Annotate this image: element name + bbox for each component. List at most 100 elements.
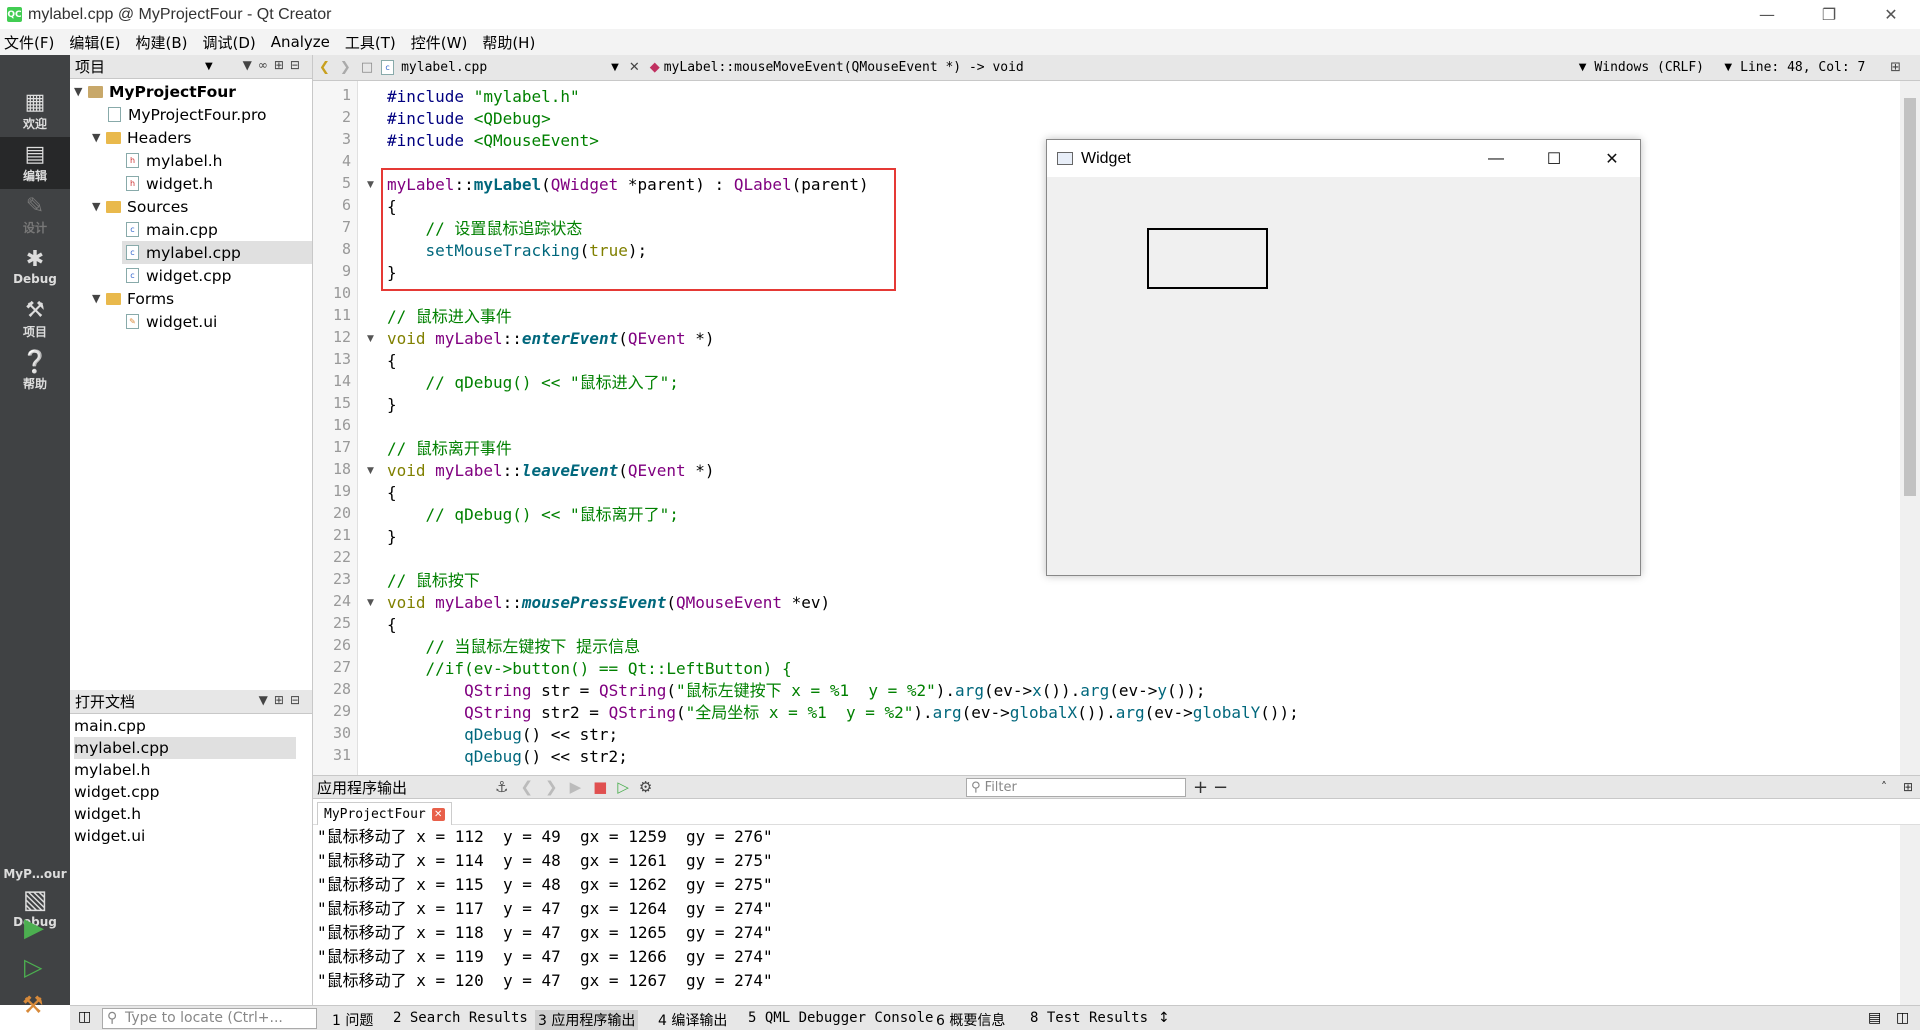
pencil-icon: ✎ [25, 193, 45, 219]
line-number: 19 [332, 482, 351, 500]
mode-welcome[interactable]: ▦ 欢迎 [0, 85, 70, 137]
tree-item-widget-h[interactable]: h widget.h [126, 172, 213, 195]
dropdown-icon[interactable]: ▼ [205, 61, 213, 72]
menu-build[interactable]: 构建(B) [136, 32, 188, 53]
zoom-out-icon[interactable]: − [1213, 777, 1228, 798]
pane-toolbar[interactable]: ▼∞⊞⊟ [243, 58, 306, 72]
forward-icon[interactable]: ❯ [340, 60, 351, 75]
fold-marker-icon[interactable]: ▼ [367, 334, 374, 344]
output-scrollbar[interactable] [1900, 825, 1920, 1005]
cpp-file-icon: c [126, 268, 139, 283]
run-icon[interactable]: ▶ [24, 913, 44, 943]
mylabel-area[interactable] [1147, 228, 1268, 289]
menu-widget[interactable]: 控件(W) [411, 32, 468, 53]
tree-folder-sources[interactable]: ▼ Sources [92, 195, 188, 218]
menu-analyze[interactable]: Analyze [271, 33, 330, 51]
tree-item-widget-ui[interactable]: ✎ widget.ui [126, 310, 217, 333]
mode-debug[interactable]: ✱ Debug [0, 241, 70, 293]
open-doc-item[interactable]: mylabel.cpp [74, 737, 296, 759]
open-doc-item[interactable]: widget.ui [74, 825, 296, 847]
attach-icon[interactable]: ⚓ [495, 778, 508, 796]
close-file-icon[interactable]: ✕ [629, 60, 640, 75]
split-icon[interactable]: ⊞ [1890, 60, 1901, 75]
close-icon[interactable]: ✕ [1583, 140, 1641, 177]
restore-icon[interactable]: ❐ [1806, 0, 1852, 29]
maximize-pane-icon[interactable]: ˄ [1881, 780, 1887, 794]
widget-title-bar[interactable]: Widget — ☐ ✕ [1047, 140, 1640, 177]
close-icon[interactable]: ✕ [1868, 0, 1914, 29]
tree-item-main-cpp[interactable]: c main.cpp [126, 218, 218, 241]
open-doc-item[interactable]: main.cpp [74, 715, 296, 737]
output-tab-myprojectfour[interactable]: MyProjectFour ✕ [317, 802, 452, 825]
tree-folder-headers[interactable]: ▼ Headers [92, 126, 192, 149]
open-doc-item[interactable]: mylabel.h [74, 759, 296, 781]
open-doc-item[interactable]: widget.h [74, 803, 296, 825]
mode-help[interactable]: ❔ 帮助 [0, 345, 70, 397]
sidebar-toggle-icon[interactable]: ◫ [78, 1009, 91, 1025]
cursor-position[interactable]: Line: 48, Col: 7 [1740, 60, 1890, 75]
menu-tools[interactable]: 工具(T) [345, 32, 396, 53]
pro-file-icon [108, 107, 121, 122]
cpp-file-icon: c [126, 245, 139, 260]
progress-toggle-icon[interactable]: ▤ [1868, 1010, 1881, 1026]
chevron-updown-icon[interactable]: ↕ [1158, 1010, 1170, 1026]
chevron-down-icon[interactable]: ▼ [611, 62, 619, 73]
menu-debug[interactable]: 调试(D) [203, 32, 256, 53]
debug-run-icon[interactable]: ▷ [617, 778, 629, 796]
minimize-icon[interactable]: — [1744, 0, 1790, 29]
tab-issues[interactable]: 1 问题 [332, 1010, 373, 1030]
close-pane-icon[interactable]: ⊞ [1903, 780, 1913, 794]
gear-icon[interactable]: ⚙ [639, 778, 652, 796]
mode-projects[interactable]: ⚒ 项目 [0, 293, 70, 345]
debug-run-icon[interactable]: ▷ [24, 953, 42, 981]
open-doc-item[interactable]: widget.cpp [74, 781, 296, 803]
minimize-icon[interactable]: — [1467, 140, 1525, 177]
tab-test-results[interactable]: 8 Test Results [1030, 1010, 1148, 1026]
code-line-18: void myLabel::leaveEvent(QEvent *) [387, 461, 715, 480]
tab-search-results[interactable]: 2 Search Results [393, 1010, 528, 1026]
editor-file-name[interactable]: mylabel.cpp [401, 60, 611, 75]
fold-marker-icon[interactable]: ▼ [367, 466, 374, 476]
tab-qml-debugger-console[interactable]: 5 QML Debugger Console [748, 1010, 933, 1026]
back-icon[interactable]: ❮ [520, 778, 533, 796]
tree-item-pro[interactable]: MyProjectFour.pro [108, 103, 266, 126]
close-tab-icon[interactable]: ✕ [431, 807, 445, 821]
menu-help[interactable]: 帮助(H) [482, 32, 535, 53]
menu-edit[interactable]: 编辑(E) [69, 32, 120, 53]
tree-item-mylabel-cpp[interactable]: c mylabel.cpp [122, 241, 312, 264]
chevron-down-icon[interactable]: ▼ [1579, 62, 1587, 73]
mode-edit[interactable]: ▤ 编辑 [0, 137, 70, 189]
tab-compile-output[interactable]: 4 编译输出 [658, 1010, 727, 1030]
build-hammer-icon[interactable]: ⚒ [22, 991, 44, 1019]
maximize-icon[interactable]: ☐ [1525, 140, 1583, 177]
zoom-in-icon[interactable]: + [1193, 777, 1208, 798]
mode-design[interactable]: ✎ 设计 [0, 189, 70, 241]
back-icon[interactable]: ❮ [319, 60, 330, 75]
line-number: 1 [341, 86, 351, 104]
run-icon[interactable]: ▶ [570, 778, 582, 796]
stop-icon[interactable]: ■ [593, 778, 607, 796]
tree-folder-forms[interactable]: ▼ Forms [92, 287, 174, 310]
forward-icon[interactable]: ❯ [545, 778, 558, 796]
fold-marker-icon[interactable]: ▼ [367, 180, 374, 190]
scrollbar-thumb[interactable] [1904, 98, 1916, 496]
editor-scrollbar[interactable] [1900, 81, 1920, 775]
tab-application-output[interactable]: 3 应用程序输出 [535, 1010, 639, 1030]
output-pane-header: 应用程序输出 ⚓ ❮ ❯ ▶ ■ ▷ ⚙ ⚲ Filter + − ˄ ⊞ [313, 775, 1920, 799]
application-output[interactable]: "鼠标移动了 x = 112 y = 49 gx = 1259 gy = 276… [313, 825, 1920, 1005]
output-filter-input[interactable]: ⚲ Filter [966, 778, 1186, 797]
output-line: "鼠标移动了 x = 115 y = 48 gx = 1262 gy = 275… [317, 875, 773, 894]
code-line-2: #include <QDebug> [387, 109, 551, 128]
chevron-down-icon[interactable]: ▼ [1724, 62, 1732, 73]
pane-toolbar[interactable]: ▼⊞⊟ [259, 693, 306, 707]
tab-general-messages[interactable]: 6 概要信息 [936, 1010, 1005, 1030]
menu-file[interactable]: 文件(F) [4, 32, 54, 53]
symbol-selector[interactable]: myLabel::mouseMoveEvent(QMouseEvent *) -… [664, 60, 1579, 75]
line-ending-selector[interactable]: Windows (CRLF) [1594, 60, 1724, 75]
tree-item-mylabel-h[interactable]: h mylabel.h [126, 149, 223, 172]
output-pane-toggle-icon[interactable]: ◫ [1896, 1010, 1909, 1026]
tree-item-widget-cpp[interactable]: c widget.cpp [126, 264, 231, 287]
tree-project-root[interactable]: ▼ MyProjectFour [74, 80, 236, 103]
fold-marker-icon[interactable]: ▼ [367, 598, 374, 608]
locator-input[interactable]: ⚲ Type to locate (Ctrl+... [102, 1008, 317, 1029]
